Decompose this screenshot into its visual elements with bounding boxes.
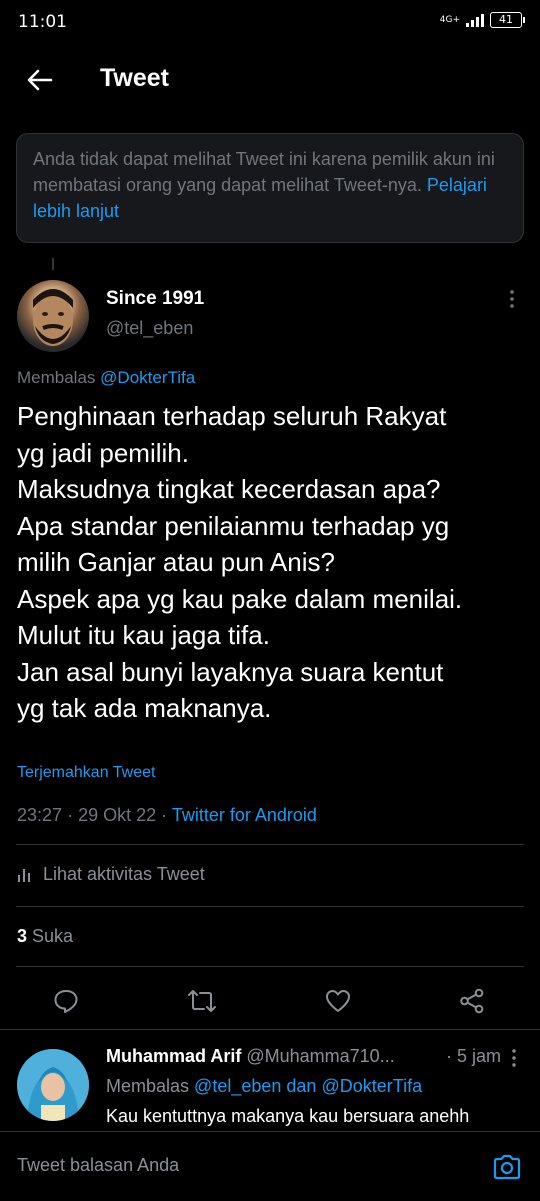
- camera-icon: [493, 1154, 521, 1180]
- status-icons: 4G+ 41: [439, 12, 525, 28]
- separator: ·: [67, 805, 74, 825]
- tweet-activity-button[interactable]: Lihat aktivitas Tweet: [17, 864, 205, 885]
- tweet-line: Penghinaan terhadap seluruh Rakyat: [17, 401, 447, 431]
- divider: [16, 844, 524, 845]
- author-name[interactable]: Since 1991: [106, 288, 204, 310]
- like-button[interactable]: [318, 981, 358, 1021]
- activity-label: Lihat aktivitas Tweet: [43, 864, 205, 884]
- reply-button[interactable]: [46, 981, 86, 1021]
- network-type: 4G+: [439, 14, 460, 25]
- likes-label: Suka: [32, 926, 74, 946]
- notice-text: Anda tidak dapat melihat Tweet ini karen…: [33, 149, 495, 195]
- tweet-line: Maksudnya tingkat kecerdasan apa?: [17, 474, 441, 504]
- author-handle[interactable]: @tel_eben: [106, 318, 193, 339]
- tweet-line: yg tak ada maknanya.: [17, 693, 272, 723]
- page-title: Tweet: [100, 64, 169, 92]
- tweet-line: Mulut itu kau jaga tifa.: [17, 620, 270, 650]
- tweet-date: 29 Okt 22: [78, 805, 157, 825]
- replying-to: Membalas @DokterTifa: [17, 368, 195, 388]
- back-button[interactable]: [22, 62, 58, 98]
- replying-to-link[interactable]: @tel_eben: [194, 1076, 281, 1096]
- reply-author-name: Muhammad Arif: [106, 1046, 242, 1066]
- retweet-icon: [188, 990, 216, 1012]
- tweet-source-link[interactable]: Twitter for Android: [172, 805, 317, 825]
- reply-text: Kau kentuttnya makanya kau bersuara aneh…: [106, 1106, 470, 1126]
- avatar-photo: [33, 289, 73, 346]
- tweet-line: Apa standar penilaianmu terhadap yg: [17, 510, 450, 541]
- battery-icon: 41: [490, 12, 525, 28]
- camera-button[interactable]: [488, 1148, 526, 1186]
- tweet-time: 23:27: [17, 805, 63, 825]
- tweet-line: yg jadi pemilih.: [17, 437, 189, 468]
- analytics-icon: [18, 868, 30, 882]
- more-options-button[interactable]: [500, 286, 524, 314]
- reply-author-handle: @Muhamma710...: [246, 1046, 395, 1066]
- author-avatar[interactable]: [17, 280, 89, 352]
- arrow-left-icon: [27, 69, 53, 91]
- reply-replying-to: Membalas @tel_eben dan @DokterTifa: [106, 1076, 422, 1097]
- replying-prefix: Membalas: [106, 1076, 190, 1096]
- tweet-line: Aspek apa yg kau pake dalam menilai.: [17, 583, 463, 614]
- tweet-line: Jan asal bunyi layaknya suara kentut: [17, 656, 444, 687]
- more-vertical-icon: [512, 1049, 516, 1067]
- divider: [16, 906, 524, 907]
- reply-input[interactable]: Tweet balasan Anda: [17, 1155, 179, 1176]
- replying-and: dan: [286, 1076, 317, 1096]
- replying-to-link[interactable]: @DokterTifa: [100, 368, 195, 387]
- restricted-notice: Anda tidak dapat melihat Tweet ini karen…: [16, 133, 524, 243]
- avatar-photo: [17, 1049, 89, 1121]
- likes-number: 3: [17, 926, 28, 946]
- share-icon: [460, 988, 484, 1014]
- likes-count[interactable]: 3 Suka: [17, 926, 73, 947]
- heart-icon: [326, 990, 350, 1012]
- separator: ·: [161, 805, 168, 825]
- reply-author[interactable]: Muhammad Arif @Muhamma710...: [106, 1046, 395, 1067]
- more-vertical-icon: [510, 290, 514, 308]
- divider: [16, 966, 524, 967]
- reply-time-value: 5 jam: [457, 1046, 502, 1066]
- reply-icon: [54, 990, 78, 1013]
- replying-prefix: Membalas: [17, 368, 96, 387]
- tweet-line: milih Ganjar atau pun Anis?: [17, 547, 335, 577]
- share-button[interactable]: [452, 981, 492, 1021]
- replying-to-link[interactable]: @DokterTifa: [321, 1076, 422, 1096]
- tweet-meta: 23:27 · 29 Okt 22 · Twitter for Android: [17, 805, 317, 826]
- reply-more-options-button[interactable]: [505, 1046, 523, 1070]
- signal-icon: [466, 13, 484, 27]
- tweet-text: Penghinaan terhadap seluruh Rakyat yg ja…: [17, 398, 532, 727]
- status-time: 11:01: [18, 12, 67, 32]
- thread-line: [52, 258, 54, 270]
- divider: [0, 1029, 540, 1030]
- reply-avatar[interactable]: [17, 1049, 89, 1121]
- reply-time: · 5 jam: [446, 1046, 501, 1067]
- translate-tweet-link[interactable]: Terjemahkan Tweet: [17, 764, 155, 782]
- separator: ·: [446, 1046, 452, 1066]
- retweet-button[interactable]: [182, 981, 222, 1021]
